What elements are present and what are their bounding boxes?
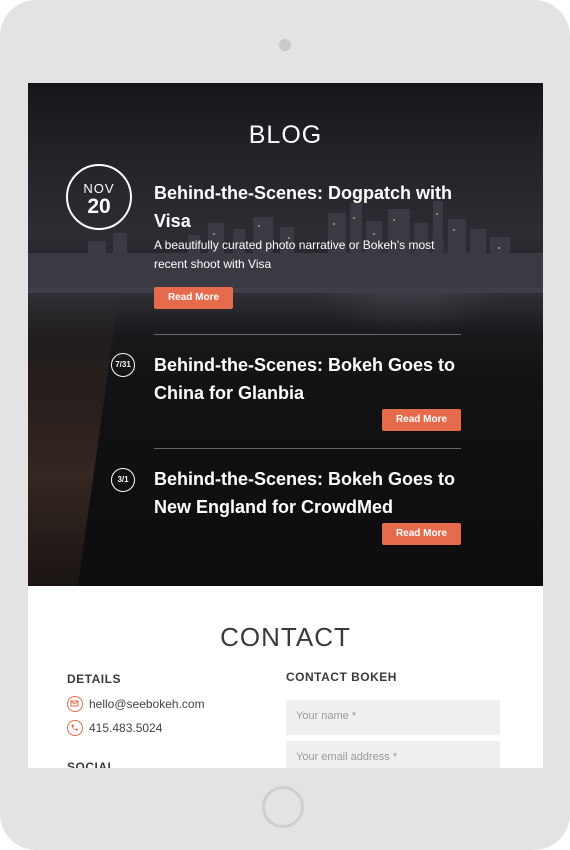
form-heading: CONTACT BOKEH [286, 670, 397, 684]
read-more-button[interactable]: Read More [382, 409, 461, 431]
camera-dot [279, 39, 291, 51]
title-line: Behind-the-Scenes: Bokeh Goes to [154, 469, 456, 489]
tablet-frame: BLOG NOV 20 Behind-the-Scenes: Dogpatch … [0, 0, 570, 850]
read-more-button[interactable]: Read More [382, 523, 461, 545]
details-heading: DETAILS [67, 672, 121, 686]
screen: BLOG NOV 20 Behind-the-Scenes: Dogpatch … [28, 83, 543, 768]
home-button[interactable] [262, 786, 304, 828]
social-heading: SOCIAL [67, 760, 116, 768]
title-line: Behind-the-Scenes: Bokeh Goes to [154, 355, 456, 375]
date-day: 20 [87, 195, 111, 218]
featured-post-title[interactable]: Behind-the-Scenes: Dogpatch with Visa [154, 179, 452, 235]
phone-icon [67, 720, 83, 736]
post-divider [154, 448, 461, 449]
post-title[interactable]: Behind-the-Scenes: Bokeh Goes to China f… [154, 351, 455, 407]
featured-date-badge: NOV 20 [66, 164, 132, 230]
excerpt-line: A beautifully curated photo narrative or… [154, 238, 435, 252]
blog-heading: BLOG [248, 121, 323, 149]
title-line: Visa [154, 211, 191, 231]
title-line: New England for CrowdMed [154, 497, 394, 517]
name-field[interactable]: Your name * [286, 700, 500, 735]
title-line: China for Glanbia [154, 383, 305, 403]
name-placeholder: Your name * [296, 710, 357, 722]
post-date-badge: 3/1 [111, 468, 135, 492]
blog-section: BLOG NOV 20 Behind-the-Scenes: Dogpatch … [28, 83, 543, 586]
date-month: NOV [83, 181, 115, 196]
email-field[interactable]: Your email address * [286, 741, 500, 768]
post-date-badge: 7/31 [111, 353, 135, 377]
title-line: Behind-the-Scenes: Dogpatch with [154, 183, 453, 203]
post-divider [154, 334, 461, 335]
featured-post-excerpt: A beautifully curated photo narrative or… [154, 236, 434, 274]
post-title[interactable]: Behind-the-Scenes: Bokeh Goes to New Eng… [154, 465, 455, 521]
contact-heading: CONTACT [220, 622, 351, 652]
phone-number[interactable]: 415.483.5024 [89, 721, 162, 735]
featured-read-more-button[interactable]: Read More [154, 287, 233, 309]
envelope-icon [67, 696, 83, 712]
email-link[interactable]: hello@seebokeh.com [89, 697, 205, 711]
bridge-lights [28, 283, 121, 586]
email-placeholder: Your email address * [296, 751, 398, 763]
excerpt-line: recent shoot with Visa [154, 257, 272, 271]
